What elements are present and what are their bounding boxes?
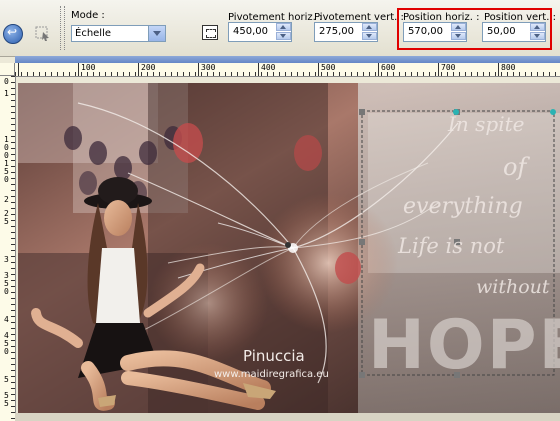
quote-line: everything: [403, 194, 523, 219]
ruler-label: 4: [4, 315, 9, 324]
ruler-corner: [0, 63, 15, 76]
pivot-horiz-input[interactable]: 450,00: [228, 22, 292, 42]
spin-down-icon[interactable]: [451, 32, 466, 40]
quote-line: In spite: [447, 112, 524, 136]
pos-horiz-input[interactable]: 570,00: [403, 22, 467, 42]
mode-label: Mode :: [71, 10, 105, 21]
canvas-bottom-edge: [15, 413, 560, 421]
ruler-label: 100: [81, 63, 96, 72]
spin-down-icon[interactable]: [530, 32, 545, 40]
spin-up-icon[interactable]: [451, 23, 466, 31]
mode-select[interactable]: Échelle: [71, 25, 166, 42]
image-canvas[interactable]: In spite of everything Life is not witho…: [18, 83, 560, 413]
website-text: www.maidiregrafica.eu: [214, 369, 329, 380]
ruler-label: 1: [4, 89, 9, 98]
pivot-vert-value: 275,00: [319, 26, 354, 37]
vertical-ruler[interactable]: 0 1 1 0 0 1 5 0 2 2 5 3 3 5 0 4 4 5 0 5 …: [0, 76, 16, 421]
pos-vert-input[interactable]: 50,00: [482, 22, 546, 42]
apply-icon[interactable]: [3, 24, 23, 44]
ruler-label: 400: [261, 63, 276, 72]
ruler-label: 1 5 0: [4, 159, 9, 184]
ruler-minor-ticks: [15, 72, 560, 76]
ruler-label: 2: [4, 195, 9, 204]
artwork-image: In spite of everything Life is not witho…: [18, 83, 560, 413]
pivot-vert-input[interactable]: 275,00: [314, 22, 378, 42]
hope-text: HOPE: [368, 306, 560, 385]
horizontal-ruler[interactable]: 100 200 300 400 500 600 700 800: [15, 63, 560, 77]
ruler-label: 600: [381, 63, 396, 72]
signature-text: Pinuccia: [243, 347, 305, 365]
ruler-label: 4 5 0: [4, 331, 9, 356]
align-icon[interactable]: [202, 25, 218, 40]
pick-tool-icon[interactable]: [34, 24, 52, 42]
ruler-label: 3 5 0: [4, 271, 9, 296]
spin-up-icon[interactable]: [276, 23, 291, 31]
ruler-label: 200: [141, 63, 156, 72]
spin-down-icon[interactable]: [276, 32, 291, 40]
ruler-label: 2 5: [4, 209, 9, 226]
window-title-bar[interactable]: [15, 56, 560, 63]
ruler-label: 300: [201, 63, 216, 72]
ruler-label: 5 5: [4, 391, 9, 408]
ruler-label: 5: [4, 375, 9, 384]
ruler-label: 700: [441, 63, 456, 72]
quote-line: without: [476, 276, 550, 298]
mode-select-value: Échelle: [75, 28, 112, 39]
quote-line: of: [503, 153, 530, 181]
ruler-label: 3: [4, 255, 9, 264]
ruler-label: 800: [501, 63, 516, 72]
ruler-label: 0: [4, 77, 9, 86]
quote-line: Life is not: [397, 234, 505, 258]
spin-up-icon[interactable]: [530, 23, 545, 31]
ruler-label: 500: [321, 63, 336, 72]
toolbar-grip[interactable]: [60, 6, 65, 50]
ruler-minor-ticks: [11, 76, 15, 421]
chevron-down-icon[interactable]: [148, 26, 165, 41]
ruler-label: 1 0 0: [4, 135, 9, 160]
pivot-horiz-value: 450,00: [233, 26, 268, 37]
spin-up-icon[interactable]: [362, 23, 377, 31]
spin-down-icon[interactable]: [362, 32, 377, 40]
pos-vert-value: 50,00: [487, 26, 516, 37]
toolbar: Mode : Échelle Pivotement horiz. : 450,0…: [0, 0, 560, 57]
pos-horiz-value: 570,00: [408, 26, 443, 37]
